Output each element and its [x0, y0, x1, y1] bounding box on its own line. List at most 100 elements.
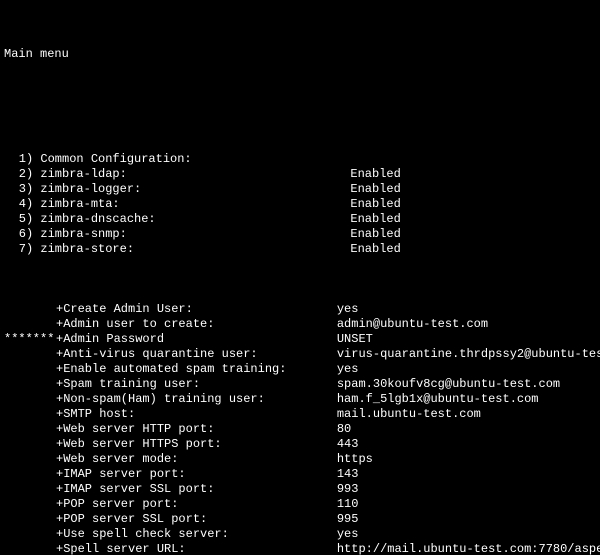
- sub-item[interactable]: +Anti-virus quarantine user: virus-quara…: [4, 347, 596, 362]
- menu-value: Enabled: [350, 227, 400, 242]
- paren: ): [26, 167, 40, 182]
- sub-value: spam.30koufv8cg@ubuntu-test.com: [337, 377, 560, 392]
- menu-label: zimbra-mta:: [40, 197, 350, 212]
- paren: ): [26, 182, 40, 197]
- sub-label: +POP server port:: [56, 497, 337, 511]
- sub-value: UNSET: [337, 332, 373, 347]
- menu-label: Common Configuration:: [40, 152, 350, 167]
- menu-value: Enabled: [350, 212, 400, 227]
- menu-item[interactable]: 6) zimbra-snmp: Enabled: [4, 227, 596, 242]
- sub-label: +Create Admin User:: [56, 302, 337, 316]
- menu-key: 2: [4, 167, 26, 182]
- sub-item[interactable]: +Web server HTTP port: 80: [4, 422, 596, 437]
- sub-value: virus-quarantine.thrdpssy2@ubuntu-test.c…: [337, 347, 600, 362]
- sub-value: http://mail.ubuntu-test.com:7780/aspell.…: [337, 542, 600, 555]
- sub-value: 993: [337, 482, 359, 497]
- sub-value: https: [337, 452, 373, 467]
- paren: ): [26, 197, 40, 212]
- sub-item[interactable]: +Admin user to create: admin@ubuntu-test…: [4, 317, 596, 332]
- sub-item[interactable]: +Use spell check server: yes: [4, 527, 596, 542]
- menu-item[interactable]: 2) zimbra-ldap: Enabled: [4, 167, 596, 182]
- sub-label: +Web server mode:: [56, 452, 337, 466]
- menu-key: 5: [4, 212, 26, 227]
- sub-label: +IMAP server port:: [56, 467, 337, 481]
- sub-value: 143: [337, 467, 359, 482]
- sub-label: +Web server HTTPS port:: [56, 437, 337, 451]
- indent: [4, 497, 56, 512]
- sub-label: +IMAP server SSL port:: [56, 482, 337, 496]
- menu-value: Enabled: [350, 197, 400, 212]
- sub-label: +Spell server URL:: [56, 542, 337, 555]
- sub-value: 80: [337, 422, 351, 437]
- sub-value: mail.ubuntu-test.com: [337, 407, 481, 422]
- sub-value: yes: [337, 362, 359, 377]
- sub-label: +Spam training user:: [56, 377, 337, 391]
- paren: ): [26, 152, 40, 167]
- indent: [4, 377, 56, 392]
- sub-item[interactable]: +IMAP server port: 143: [4, 467, 596, 482]
- sub-label: +Anti-virus quarantine user:: [56, 347, 337, 361]
- menu-item[interactable]: 7) zimbra-store: Enabled: [4, 242, 596, 257]
- sub-value: admin@ubuntu-test.com: [337, 317, 488, 332]
- sub-value: yes: [337, 302, 359, 317]
- indent: [4, 362, 56, 377]
- indent: [4, 422, 56, 437]
- menu-key: 1: [4, 152, 26, 167]
- indent: [4, 407, 56, 422]
- indent: [4, 392, 56, 407]
- menu-label: zimbra-snmp:: [40, 227, 350, 242]
- menu-value: Enabled: [350, 167, 400, 182]
- paren: ): [26, 242, 40, 257]
- terminal-screen[interactable]: Main menu 1) Common Configuration: 2) zi…: [0, 0, 600, 555]
- sub-label: +Non-spam(Ham) training user:: [56, 392, 337, 406]
- sub-item[interactable]: +POP server port: 110: [4, 497, 596, 512]
- indent: [4, 512, 56, 527]
- indent: [4, 452, 56, 467]
- menu-item[interactable]: 3) zimbra-logger: Enabled: [4, 182, 596, 197]
- menu-item[interactable]: 1) Common Configuration:: [4, 152, 596, 167]
- menu-item[interactable]: 4) zimbra-mta: Enabled: [4, 197, 596, 212]
- menu-title: Main menu: [4, 47, 596, 62]
- sub-item[interactable]: +Non-spam(Ham) training user: ham.f_5lgb…: [4, 392, 596, 407]
- sub-value: 110: [337, 497, 359, 512]
- sub-item[interactable]: +Spam training user: spam.30koufv8cg@ubu…: [4, 377, 596, 392]
- indent: [4, 317, 56, 332]
- sub-item[interactable]: +SMTP host: mail.ubuntu-test.com: [4, 407, 596, 422]
- sub-item[interactable]: +IMAP server SSL port: 993: [4, 482, 596, 497]
- menu-item[interactable]: 5) zimbra-dnscache: Enabled: [4, 212, 596, 227]
- indent: [4, 482, 56, 497]
- sub-item[interactable]: +Create Admin User: yes: [4, 302, 596, 317]
- sub-label: +POP server SSL port:: [56, 512, 337, 526]
- menu-value: Enabled: [350, 182, 400, 197]
- menu-label: zimbra-store:: [40, 242, 350, 257]
- indent: [4, 347, 56, 362]
- menu-key: 7: [4, 242, 26, 257]
- sub-label: +SMTP host:: [56, 407, 337, 421]
- sub-item[interactable]: +Web server HTTPS port: 443: [4, 437, 596, 452]
- sub-value: yes: [337, 527, 359, 542]
- indent: [4, 437, 56, 452]
- sub-item[interactable]: +Spell server URL: http://mail.ubuntu-te…: [4, 542, 596, 555]
- paren: ): [26, 212, 40, 227]
- sub-label: +Use spell check server:: [56, 527, 337, 541]
- menu-label: zimbra-ldap:: [40, 167, 350, 182]
- menu-value: Enabled: [350, 242, 400, 257]
- unconfigured-marker: *******: [4, 332, 56, 347]
- sub-label: +Admin user to create:: [56, 317, 337, 331]
- menu-key: 6: [4, 227, 26, 242]
- sub-value: 443: [337, 437, 359, 452]
- menu-key: 3: [4, 182, 26, 197]
- sub-item[interactable]: *******+Admin Password UNSET: [4, 332, 596, 347]
- sub-value: 995: [337, 512, 359, 527]
- blank-line: [4, 92, 596, 107]
- menu-label: zimbra-dnscache:: [40, 212, 350, 227]
- sub-label: +Web server HTTP port:: [56, 422, 337, 436]
- indent: [4, 302, 56, 317]
- menu-key: 4: [4, 197, 26, 212]
- sub-item[interactable]: +Web server mode: https: [4, 452, 596, 467]
- indent: [4, 542, 56, 555]
- sub-label: +Enable automated spam training:: [56, 362, 337, 376]
- sub-item[interactable]: +Enable automated spam training: yes: [4, 362, 596, 377]
- sub-item[interactable]: +POP server SSL port: 995: [4, 512, 596, 527]
- sub-label: +Admin Password: [56, 332, 337, 346]
